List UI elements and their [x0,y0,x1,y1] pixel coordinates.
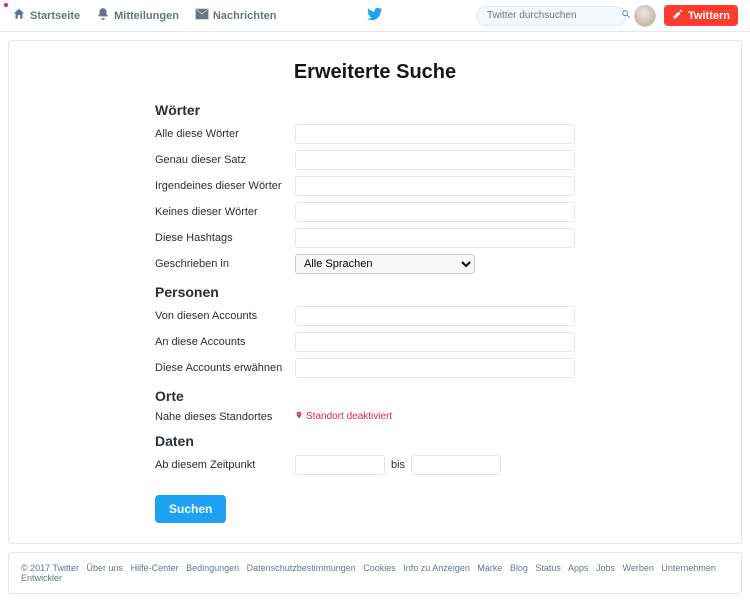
compose-icon [672,8,684,23]
nav-messages-label: Nachrichten [213,10,277,22]
input-none-words[interactable] [295,202,575,222]
row-mentioning: Diese Accounts erwähnen [155,358,635,378]
input-to-accounts[interactable] [295,332,575,352]
label-any-words: Irgendeines dieser Wörter [155,180,295,192]
nav-primary-group: Startseite Mitteilungen Nachrichten [12,7,277,24]
section-places-heading: Orte [155,388,635,404]
label-near-location: Nahe dieses Standortes [155,411,295,423]
home-icon [12,7,26,24]
footer-copyright: © 2017 Twitter [21,563,79,573]
footer-link[interactable]: Entwickler [21,573,62,583]
label-exact-phrase: Genau dieser Satz [155,154,295,166]
input-all-words[interactable] [295,124,575,144]
location-pin-icon [295,410,303,423]
footer-link[interactable]: Unternehmen [661,563,716,573]
footer-link[interactable]: Cookies [363,563,396,573]
page-title: Erweiterte Suche [49,61,701,84]
footer-link[interactable]: Hilfe-Center [131,563,179,573]
footer-link[interactable]: Jobs [596,563,615,573]
nav-messages[interactable]: Nachrichten [195,7,277,24]
envelope-icon [195,7,209,24]
label-from-date: Ab diesem Zeitpunkt [155,459,295,471]
input-date-to[interactable] [411,455,501,475]
search-input[interactable] [485,9,621,22]
row-exact-phrase: Genau dieser Satz [155,150,635,170]
nav-notifications-label: Mitteilungen [114,10,179,22]
avatar[interactable] [634,5,656,27]
row-date-range: Ab diesem Zeitpunkt bis [155,455,635,475]
label-all-words: Alle diese Wörter [155,128,295,140]
notification-dot [4,3,8,7]
location-disabled-text: Standort deaktiviert [306,411,392,422]
footer-link[interactable]: Apps [568,563,589,573]
input-mentioning[interactable] [295,358,575,378]
section-words-heading: Wörter [155,102,635,118]
input-exact-phrase[interactable] [295,150,575,170]
footer-link[interactable]: Blog [510,563,528,573]
search-icon [621,9,631,22]
footer-link[interactable]: Datenschutzbestimmungen [247,563,356,573]
row-near-location: Nahe dieses Standortes Standort deaktivi… [155,410,635,423]
row-from-accounts: Von diesen Accounts [155,306,635,326]
select-language[interactable]: Alle Sprachen [295,254,475,274]
page-footer: © 2017 Twitter Über uns Hilfe-Center Bed… [8,552,742,594]
section-dates-heading: Daten [155,433,635,449]
nav-notifications[interactable]: Mitteilungen [96,7,179,24]
footer-link[interactable]: Marke [477,563,502,573]
section-people-heading: Personen [155,284,635,300]
row-all-words: Alle diese Wörter [155,124,635,144]
input-any-words[interactable] [295,176,575,196]
nav-home-label: Startseite [30,10,80,22]
footer-link[interactable]: Status [535,563,561,573]
twitter-logo[interactable] [367,6,383,25]
label-language: Geschrieben in [155,258,295,270]
label-to-accounts: An diese Accounts [155,336,295,348]
label-hashtags: Diese Hashtags [155,232,295,244]
top-navigation-bar: Startseite Mitteilungen Nachrichten Twit… [0,0,750,32]
row-none-words: Keines dieser Wörter [155,202,635,222]
row-language: Geschrieben in Alle Sprachen [155,254,635,274]
footer-link[interactable]: Werben [623,563,654,573]
compose-tweet-button[interactable]: Twittern [664,5,738,26]
row-any-words: Irgendeines dieser Wörter [155,176,635,196]
label-from-accounts: Von diesen Accounts [155,310,295,322]
search-submit-button[interactable]: Suchen [155,495,226,523]
nav-home[interactable]: Startseite [12,7,80,24]
input-date-from[interactable] [295,455,385,475]
location-disabled-indicator[interactable]: Standort deaktiviert [295,410,635,423]
compose-tweet-label: Twittern [688,10,730,22]
footer-link[interactable]: Info zu Anzeigen [403,563,470,573]
label-none-words: Keines dieser Wörter [155,206,295,218]
nav-right-group: Twittern [476,5,738,27]
input-from-accounts[interactable] [295,306,575,326]
label-mentioning: Diese Accounts erwähnen [155,362,295,374]
footer-link[interactable]: Bedingungen [186,563,239,573]
label-date-to-separator: bis [391,459,405,471]
bell-icon [96,7,110,24]
global-search-box[interactable] [476,6,626,26]
row-hashtags: Diese Hashtags [155,228,635,248]
input-hashtags[interactable] [295,228,575,248]
row-to-accounts: An diese Accounts [155,332,635,352]
advanced-search-panel: Erweiterte Suche Wörter Alle diese Wörte… [8,40,742,544]
footer-link[interactable]: Über uns [87,563,124,573]
